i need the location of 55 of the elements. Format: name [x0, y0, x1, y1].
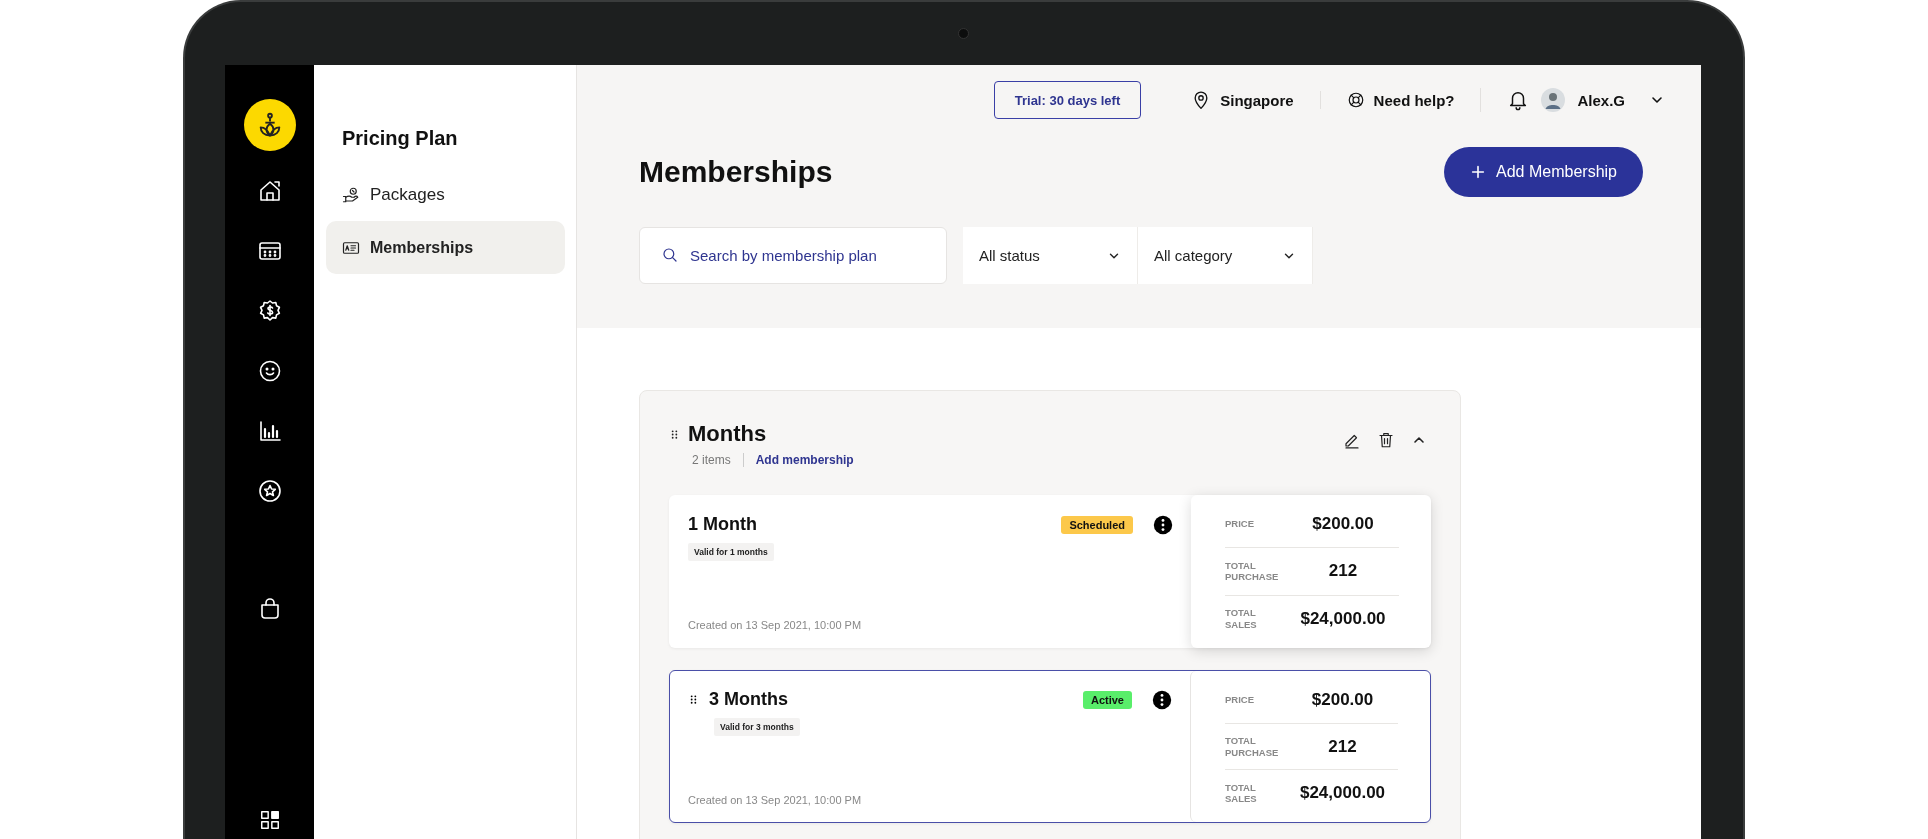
plus-icon	[1470, 164, 1487, 180]
stat-value: $24,000.00	[1299, 608, 1387, 629]
trial-button[interactable]: Trial: 30 days left	[993, 81, 1142, 119]
calendar-icon[interactable]	[257, 239, 282, 263]
membership-card[interactable]: 1 Month Scheduled Valid for 1 months Created on 13 Sep 2021, 10:00 PM PRICE $200.00 TOTAL PURCHASE 212 TOTAL SALES $24,000.00	[669, 495, 1431, 648]
hand-coin-icon	[342, 185, 360, 204]
lifebuoy-icon	[1346, 91, 1365, 109]
drag-handle-icon[interactable]	[669, 428, 680, 440]
stat-value: $200.00	[1310, 689, 1375, 710]
stat-value: $200.00	[1311, 514, 1375, 535]
more-options-icon[interactable]	[1152, 689, 1172, 710]
page-title: Memberships	[639, 155, 833, 189]
sidebar-item[interactable]: Packages	[326, 168, 565, 221]
camera-dot	[957, 28, 969, 39]
category-dropdown[interactable]: All category	[1138, 227, 1313, 284]
help-link[interactable]: Need help?	[1373, 91, 1455, 109]
status-dropdown[interactable]: All status	[963, 227, 1138, 284]
stat-label: TOTAL PURCHASE	[1225, 735, 1280, 758]
stat-value: $24,000.00	[1298, 783, 1387, 804]
sidebar-item[interactable]: Memberships	[326, 221, 565, 274]
status-badge: Active	[1082, 690, 1132, 709]
user-name: Alex.G	[1577, 91, 1625, 109]
stat-label: TOTAL SALES	[1225, 781, 1258, 805]
dollar-icon[interactable]	[257, 299, 282, 323]
stat-value: 212	[1327, 736, 1358, 757]
validity-tag: Valid for 3 months	[714, 718, 800, 736]
stat-label: PRICE	[1225, 694, 1256, 706]
bar-chart-icon[interactable]	[257, 419, 282, 443]
more-options-icon[interactable]	[1153, 514, 1173, 535]
add-membership-link[interactable]: Add membership	[755, 453, 854, 467]
created-date: Created on 13 Sep 2021, 10:00 PM	[688, 794, 863, 806]
membership-name: 1 Month	[688, 514, 758, 535]
stat-label: TOTAL SALES	[1225, 607, 1258, 631]
membership-card[interactable]: 3 Months Active Valid for 3 months Created on 13 Sep 2021, 10:00 PM PRICE $200.00 TOTAL PURCHASE 212 TOTAL SALES $24,000.00	[669, 670, 1431, 823]
membership-name: 3 Months	[709, 689, 789, 710]
item-count: 2 items	[692, 453, 744, 467]
search-icon	[661, 246, 679, 264]
logo-icon[interactable]	[243, 99, 296, 151]
search-field[interactable]: Search by membership plan	[639, 227, 947, 284]
avatar[interactable]	[1541, 88, 1566, 112]
location-label: Singapore	[1220, 91, 1294, 109]
created-date: Created on 13 Sep 2021, 10:00 PM	[688, 619, 863, 631]
status-badge: Scheduled	[1061, 515, 1133, 534]
trash-icon[interactable]	[1377, 431, 1395, 449]
stat-label: TOTAL PURCHASE	[1225, 560, 1280, 583]
drag-handle-icon[interactable]	[688, 694, 699, 705]
validity-tag: Valid for 1 months	[688, 543, 774, 561]
stat-label: PRICE	[1225, 518, 1256, 530]
apps-grid-icon[interactable]	[258, 809, 281, 831]
add-membership-button[interactable]: Add Membership	[1444, 147, 1643, 197]
home-icon[interactable]	[257, 179, 282, 203]
smiley-icon[interactable]	[257, 359, 282, 383]
sidebar-title: Pricing Plan	[342, 127, 459, 150]
stat-value: 212	[1327, 561, 1359, 582]
group-title: Months	[688, 421, 767, 447]
